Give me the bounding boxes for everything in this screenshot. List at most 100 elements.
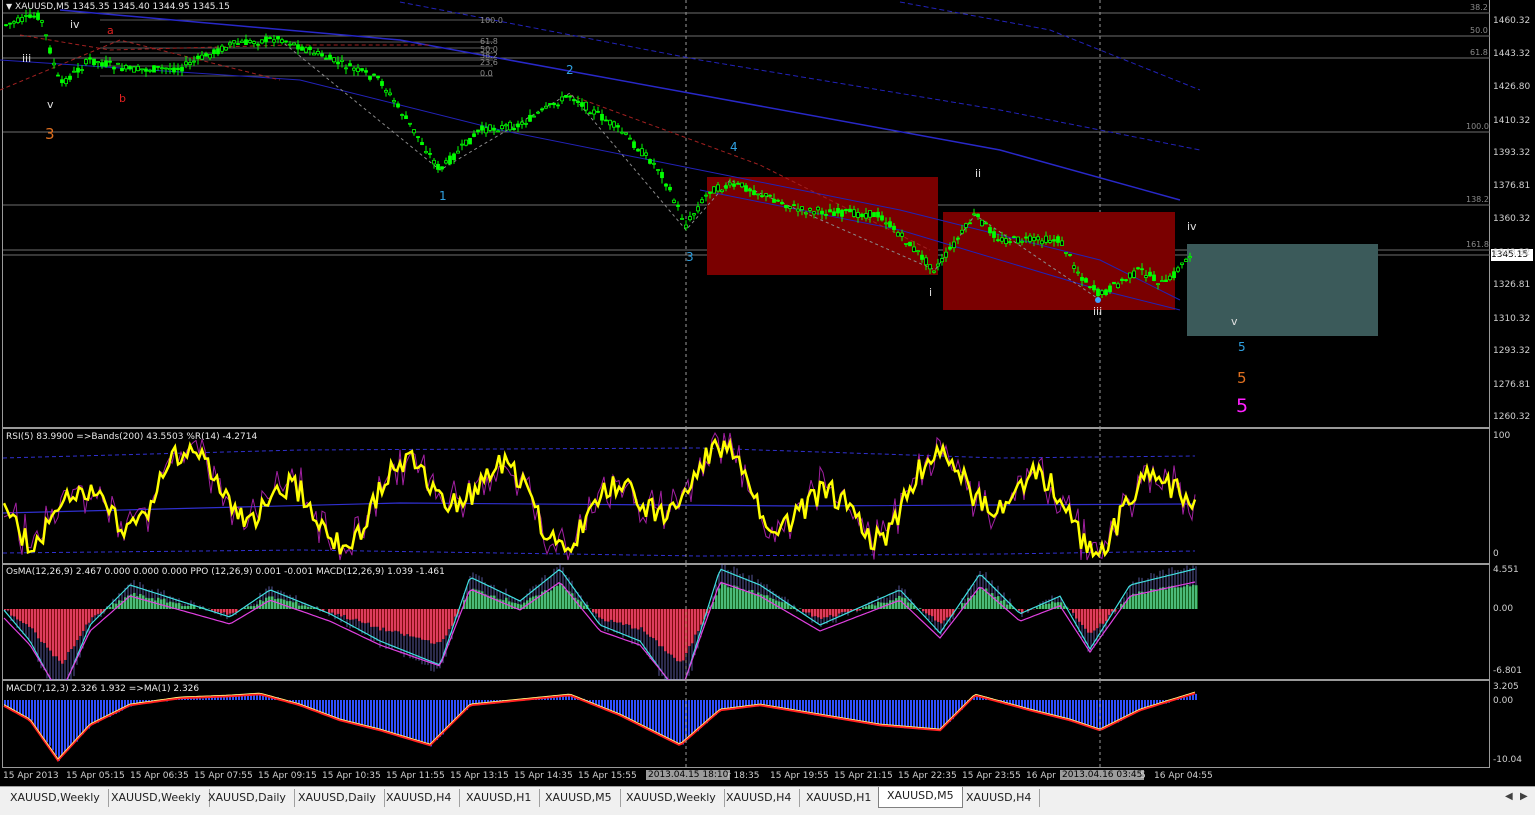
macd-histogram-bar [61, 700, 63, 757]
tab-scroll-left-icon[interactable]: ◀ [1505, 791, 1513, 802]
chart-tab[interactable]: XAUUSD,Weekly [618, 789, 725, 807]
candle-body [1149, 272, 1152, 276]
candle-body [1117, 284, 1120, 288]
time-label: 15 Apr 07:55 [194, 771, 253, 781]
wave-label-5-blue: 5 [1238, 340, 1246, 354]
candle-body [53, 63, 56, 65]
candle-body [397, 104, 400, 107]
chart-tab[interactable]: XAUUSD,Daily [200, 789, 295, 807]
candle-body [777, 200, 780, 201]
time-label: 15 Apr 10:35 [322, 771, 381, 781]
chart-menu-triangle-icon[interactable]: ▼ [6, 2, 12, 11]
candle-body [1101, 291, 1104, 295]
candle-body [705, 195, 708, 196]
williams-r-line [4, 433, 1195, 560]
chart-tab[interactable]: XAUUSD,H1 [458, 789, 540, 807]
macd-histogram-bar [619, 700, 621, 715]
time-label: 15 Apr 06:35 [130, 771, 189, 781]
macd-histogram-bar [334, 700, 336, 718]
rsi-line [4, 440, 1195, 556]
chart-tab-bar: XAUUSD,Weekly XAUUSD,Weekly XAUUSD,Daily… [0, 786, 1535, 815]
wave-label-b: b [119, 92, 126, 105]
macd-histogram-bar [649, 700, 651, 730]
candle-body [361, 69, 364, 71]
candle-body [1013, 237, 1016, 238]
macd-histogram-bar [634, 700, 636, 722]
candle-body [957, 238, 960, 239]
candle-body [841, 210, 844, 216]
macd-histogram-bar [778, 700, 780, 707]
candle-body [593, 110, 596, 114]
candle-body [473, 134, 476, 137]
candle-body [577, 101, 580, 102]
macd-histogram-bar [355, 700, 357, 725]
macd-histogram-bar [1051, 700, 1053, 716]
candle-body [129, 67, 132, 69]
candle-body [1033, 238, 1036, 241]
candle-body [497, 131, 500, 132]
candle-body [1073, 266, 1076, 269]
chart-tab[interactable]: XAUUSD,M5 [537, 789, 621, 807]
candle-body [653, 163, 656, 164]
candle-body [293, 43, 296, 45]
price-chart-canvas[interactable] [0, 0, 1535, 428]
rsi-canvas[interactable] [0, 428, 1535, 564]
macd-histogram-bar [373, 700, 375, 730]
candle-body [809, 208, 812, 210]
candle-body [425, 151, 428, 152]
candle-body [1005, 239, 1008, 244]
macd-histogram-bar [1102, 700, 1104, 729]
candle-body [449, 156, 452, 164]
macd-histogram-bar [400, 700, 402, 736]
candle-body [737, 183, 740, 184]
candle-body [1129, 273, 1132, 278]
chart-tab[interactable]: XAUUSD,H4 [718, 789, 800, 807]
candle-body [537, 112, 540, 113]
channel-line [400, 2, 1200, 150]
macd-histogram-bar [394, 700, 396, 733]
macd-histogram-bar [331, 700, 333, 718]
macd-histogram-bar [772, 700, 774, 706]
osma-canvas[interactable] [0, 564, 1535, 680]
chart-tab[interactable]: XAUUSD,H1 [798, 789, 880, 807]
chart-tab[interactable]: XAUUSD,H4 [378, 789, 460, 807]
time-axis: 15 Apr 2013 15 Apr 05:15 15 Apr 06:35 15… [0, 768, 1535, 786]
candle-body [845, 209, 848, 210]
macd-histogram-bar [829, 700, 831, 716]
main-chart-pane[interactable]: ▼ XAUUSD,M5 1345.35 1345.40 1344.95 1345… [0, 0, 1535, 428]
candle-body [965, 224, 968, 228]
candle-body [509, 122, 512, 130]
macd-histogram-bar [622, 700, 624, 716]
macd-histogram-bar [385, 700, 387, 732]
rsi-pane[interactable]: RSI(5) 83.9900 =>Bands(200) 43.5503 %R(1… [0, 428, 1535, 564]
candle-body [573, 100, 576, 101]
tab-scroll-right-icon[interactable]: ▶ [1520, 791, 1528, 802]
candle-body [125, 65, 128, 69]
macd-histogram-bar [691, 700, 693, 734]
candle-body [317, 51, 320, 53]
chart-tab[interactable]: XAUUSD,Weekly [2, 789, 109, 807]
macd-histogram-bar [136, 700, 138, 703]
candle-body [557, 105, 560, 106]
candle-body [501, 126, 504, 129]
macd-histogram-bar [451, 700, 453, 724]
chart-title: ▼ XAUUSD,M5 1345.35 1345.40 1344.95 1345… [6, 2, 230, 12]
macd-pane[interactable]: MACD(7,12,3) 2.326 1.932 =>MA(1) 2.326 3… [0, 680, 1535, 768]
macd-canvas[interactable] [0, 680, 1535, 768]
candle-body [5, 25, 8, 26]
macd-histogram-bar [688, 700, 690, 738]
chart-tab[interactable]: XAUUSD,H4 [958, 789, 1040, 807]
candle-body [637, 149, 640, 151]
macd-histogram-bar [613, 700, 615, 712]
osma-pane[interactable]: OsMA(12,26,9) 2.467 0.000 0.000 0.000 PP… [0, 564, 1535, 680]
candle-body [661, 172, 664, 177]
macd-histogram-bar [79, 700, 81, 736]
price-axis-label: 1343.32 [1493, 248, 1530, 258]
chart-tab[interactable]: XAUUSD,Daily [290, 789, 385, 807]
chart-tab[interactable]: XAUUSD,Weekly [103, 789, 210, 807]
macd-histogram-bar [655, 700, 657, 733]
candle-body [113, 67, 116, 69]
macd-histogram-bar [1111, 700, 1113, 723]
macd-histogram-bar [1084, 700, 1086, 726]
chart-tab-active[interactable]: XAUUSD,M5 [878, 787, 963, 808]
